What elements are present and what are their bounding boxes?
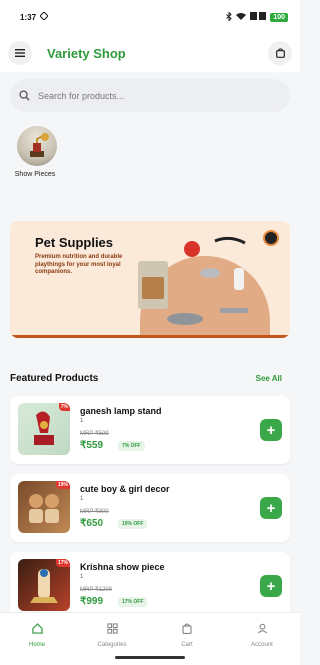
- app-title: Variety Shop: [47, 45, 126, 61]
- nav-label: Home: [28, 642, 45, 648]
- add-to-cart-button[interactable]: +: [260, 419, 282, 441]
- product-card[interactable]: 19% cute boy & girl decor 1 MRP ₹800 ₹65…: [10, 474, 290, 542]
- product-quantity: 1: [80, 496, 84, 502]
- product-card[interactable]: 7% ganesh lamp stand 1 MRP ₹599 ₹559 7% …: [10, 396, 290, 464]
- product-name: cute boy & girl decor: [80, 484, 170, 494]
- grid-icon: [106, 623, 118, 634]
- banner-stripe: [10, 335, 290, 338]
- product-mrp: MRP ₹599: [80, 431, 109, 437]
- search-bar[interactable]: [10, 79, 290, 112]
- gesture-home-bar[interactable]: [115, 656, 185, 659]
- category-label: Show Pieces: [14, 171, 56, 178]
- section-title: Featured Products: [10, 373, 99, 384]
- location-icon: [39, 11, 49, 22]
- product-image: 7%: [18, 403, 70, 455]
- banner-title: Pet Supplies: [35, 235, 114, 250]
- product-mrp: MRP ₹1200: [80, 587, 113, 593]
- product-image: 17%: [18, 559, 70, 611]
- off-badge: 7% OFF: [118, 441, 145, 451]
- discount-badge: 17%: [55, 559, 70, 567]
- featured-header: Featured Products See All: [10, 373, 282, 384]
- plus-icon: +: [266, 421, 276, 439]
- product-quantity: 1: [80, 418, 84, 424]
- product-image: 19%: [18, 481, 70, 533]
- user-icon: [257, 623, 267, 634]
- promo-banner[interactable]: Pet Supplies Premium nutrition and durab…: [10, 221, 290, 338]
- category-image: [17, 126, 57, 166]
- nav-label: Cart: [181, 642, 193, 648]
- discount-badge: 19%: [55, 481, 70, 489]
- cart-button[interactable]: [268, 41, 292, 65]
- nav-label: Account: [251, 642, 273, 648]
- plus-icon: +: [266, 499, 276, 517]
- nav-home[interactable]: Home: [7, 621, 67, 648]
- off-badge: 17% OFF: [118, 597, 148, 607]
- shopping-bag-icon: [182, 623, 192, 635]
- battery-icon: 100: [270, 12, 288, 22]
- product-mrp: MRP ₹800: [80, 509, 109, 515]
- menu-icon: [15, 49, 25, 57]
- menu-button[interactable]: [8, 41, 32, 65]
- product-name: ganesh lamp stand: [80, 406, 162, 416]
- plus-icon: +: [266, 577, 276, 595]
- add-to-cart-button[interactable]: +: [260, 575, 282, 597]
- nav-categories[interactable]: Categories: [82, 621, 142, 648]
- status-time: 1:37: [20, 12, 37, 22]
- banner-subtitle: Premium nutrition and durable playthings…: [35, 254, 123, 275]
- product-price: ₹650: [80, 518, 104, 529]
- nav-label: Categories: [97, 642, 127, 648]
- signal-icon: [250, 12, 267, 22]
- add-to-cart-button[interactable]: +: [260, 497, 282, 519]
- search-input[interactable]: [38, 90, 258, 101]
- product-price: ₹999: [80, 596, 104, 607]
- home-icon: [31, 623, 43, 634]
- bluetooth-icon: [226, 10, 233, 23]
- category-show-pieces[interactable]: Show Pieces: [14, 126, 60, 178]
- search-icon: [19, 90, 30, 101]
- shopping-bag-icon: [275, 48, 285, 58]
- app-bar: Variety Shop: [0, 34, 300, 72]
- product-price: ₹559: [80, 440, 104, 451]
- wifi-icon: [236, 12, 247, 22]
- discount-badge: 7%: [58, 403, 70, 411]
- nav-account[interactable]: Account: [232, 621, 292, 648]
- see-all-link[interactable]: See All: [256, 374, 282, 383]
- product-card[interactable]: 17% Krishna show piece 1 MRP ₹1200 ₹999 …: [10, 552, 290, 620]
- nav-cart[interactable]: Cart: [157, 621, 217, 648]
- pet-products-illustration: [138, 236, 248, 325]
- brand-logo-icon: [263, 230, 279, 246]
- status-bar: 1:37 100: [0, 0, 300, 34]
- off-badge: 19% OFF: [118, 519, 148, 529]
- product-name: Krishna show piece: [80, 562, 165, 572]
- product-quantity: 1: [80, 574, 84, 580]
